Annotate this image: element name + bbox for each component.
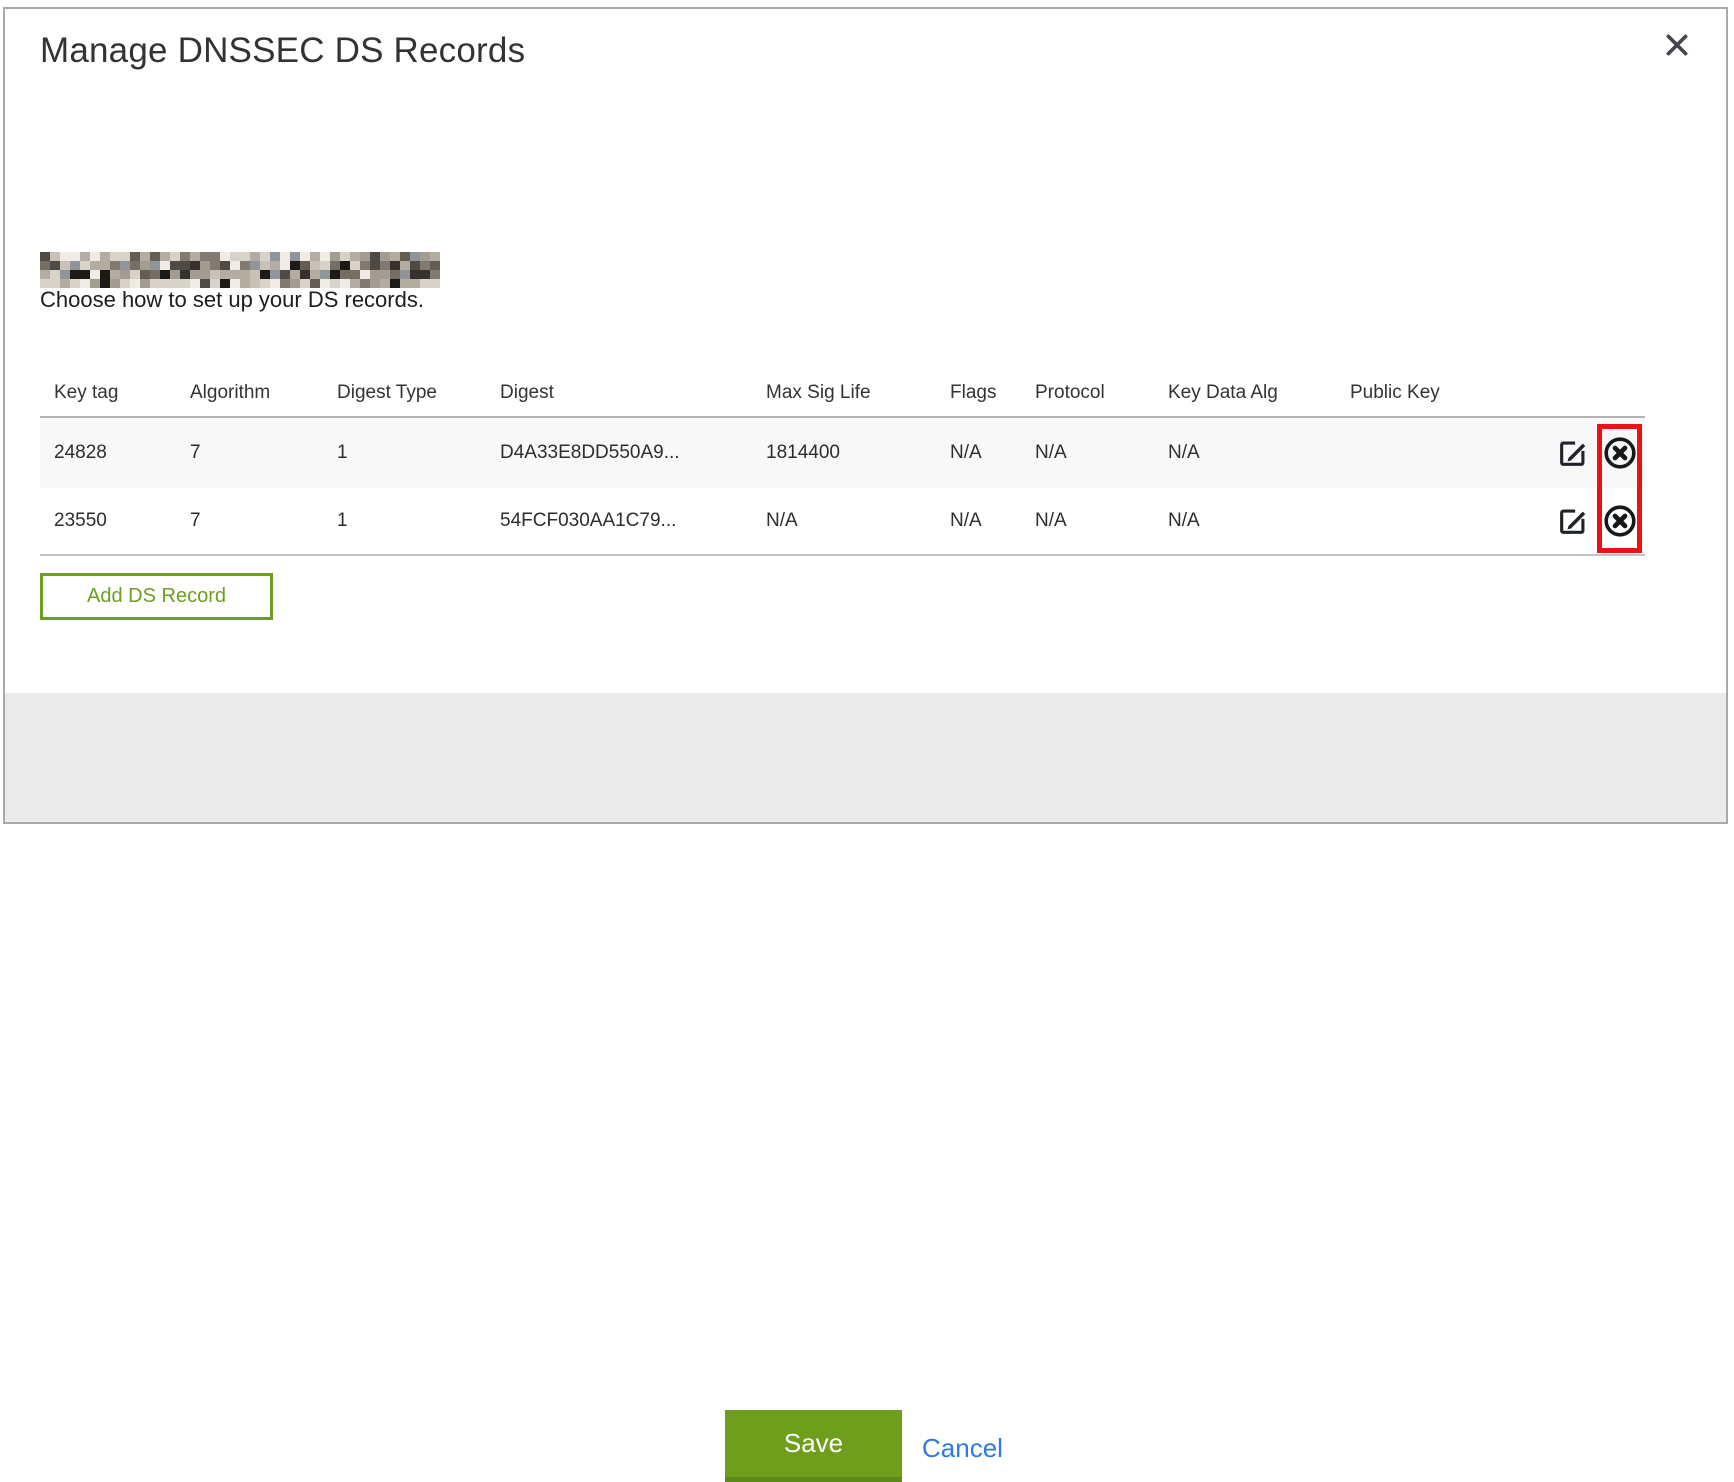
cancel-link[interactable]: Cancel — [922, 1428, 1003, 1468]
cell-digest-type: 1 — [323, 510, 486, 532]
cell-key-data-alg: N/A — [1154, 442, 1336, 464]
close-icon — [1663, 31, 1691, 59]
cell-digest-type: 1 — [323, 442, 486, 464]
cell-key-tag: 24828 — [40, 442, 176, 464]
add-ds-record-button[interactable]: Add DS Record — [40, 573, 273, 620]
close-button[interactable] — [1657, 25, 1697, 65]
delete-record-button[interactable] — [1602, 435, 1638, 471]
cell-algorithm: 7 — [176, 442, 323, 464]
instruction-text: Choose how to set up your DS records. — [40, 287, 424, 313]
cell-key-data-alg: N/A — [1154, 510, 1336, 532]
column-header-algorithm: Algorithm — [176, 382, 323, 404]
cell-digest: 54FCF030AA1C79... — [486, 510, 752, 532]
cell-flags: N/A — [936, 510, 1021, 532]
column-header-key-data-alg: Key Data Alg — [1154, 382, 1336, 404]
page-title: Manage DNSSEC DS Records — [40, 31, 525, 71]
column-header-digest: Digest — [486, 382, 752, 404]
table-row: 23550 7 1 54FCF030AA1C79... N/A N/A N/A … — [40, 488, 1645, 556]
cell-flags: N/A — [936, 442, 1021, 464]
column-header-flags: Flags — [936, 382, 1021, 404]
cell-digest: D4A33E8DD550A9... — [486, 442, 752, 464]
cell-actions — [1545, 503, 1645, 539]
table-header-row: Key tag Algorithm Digest Type Digest Max… — [40, 369, 1645, 418]
edit-icon — [1556, 436, 1590, 470]
cell-max-sig-life: N/A — [752, 510, 936, 532]
save-button[interactable]: Save — [725, 1410, 902, 1482]
manage-dnssec-dialog: Manage DNSSEC DS Records Choose how to s… — [3, 7, 1728, 824]
edit-icon — [1556, 504, 1590, 538]
cell-max-sig-life: 1814400 — [752, 442, 936, 464]
column-header-max-sig-life: Max Sig Life — [752, 382, 936, 404]
table-row: 24828 7 1 D4A33E8DD550A9... 1814400 N/A … — [40, 418, 1645, 488]
edit-record-button[interactable] — [1556, 504, 1590, 538]
redacted-domain — [40, 252, 440, 288]
circle-x-icon — [1602, 503, 1638, 539]
cell-key-tag: 23550 — [40, 510, 176, 532]
column-header-protocol: Protocol — [1021, 382, 1154, 404]
column-header-public-key: Public Key — [1336, 382, 1545, 404]
cell-protocol: N/A — [1021, 442, 1154, 464]
footer-bar: Save Cancel — [5, 693, 1726, 822]
column-header-digest-type: Digest Type — [323, 382, 486, 404]
ds-records-table: Key tag Algorithm Digest Type Digest Max… — [40, 369, 1645, 556]
cell-protocol: N/A — [1021, 510, 1154, 532]
column-header-key-tag: Key tag — [40, 382, 176, 404]
delete-record-button[interactable] — [1602, 503, 1638, 539]
cell-algorithm: 7 — [176, 510, 323, 532]
edit-record-button[interactable] — [1556, 436, 1590, 470]
cell-actions — [1545, 435, 1645, 471]
circle-x-icon — [1602, 435, 1638, 471]
